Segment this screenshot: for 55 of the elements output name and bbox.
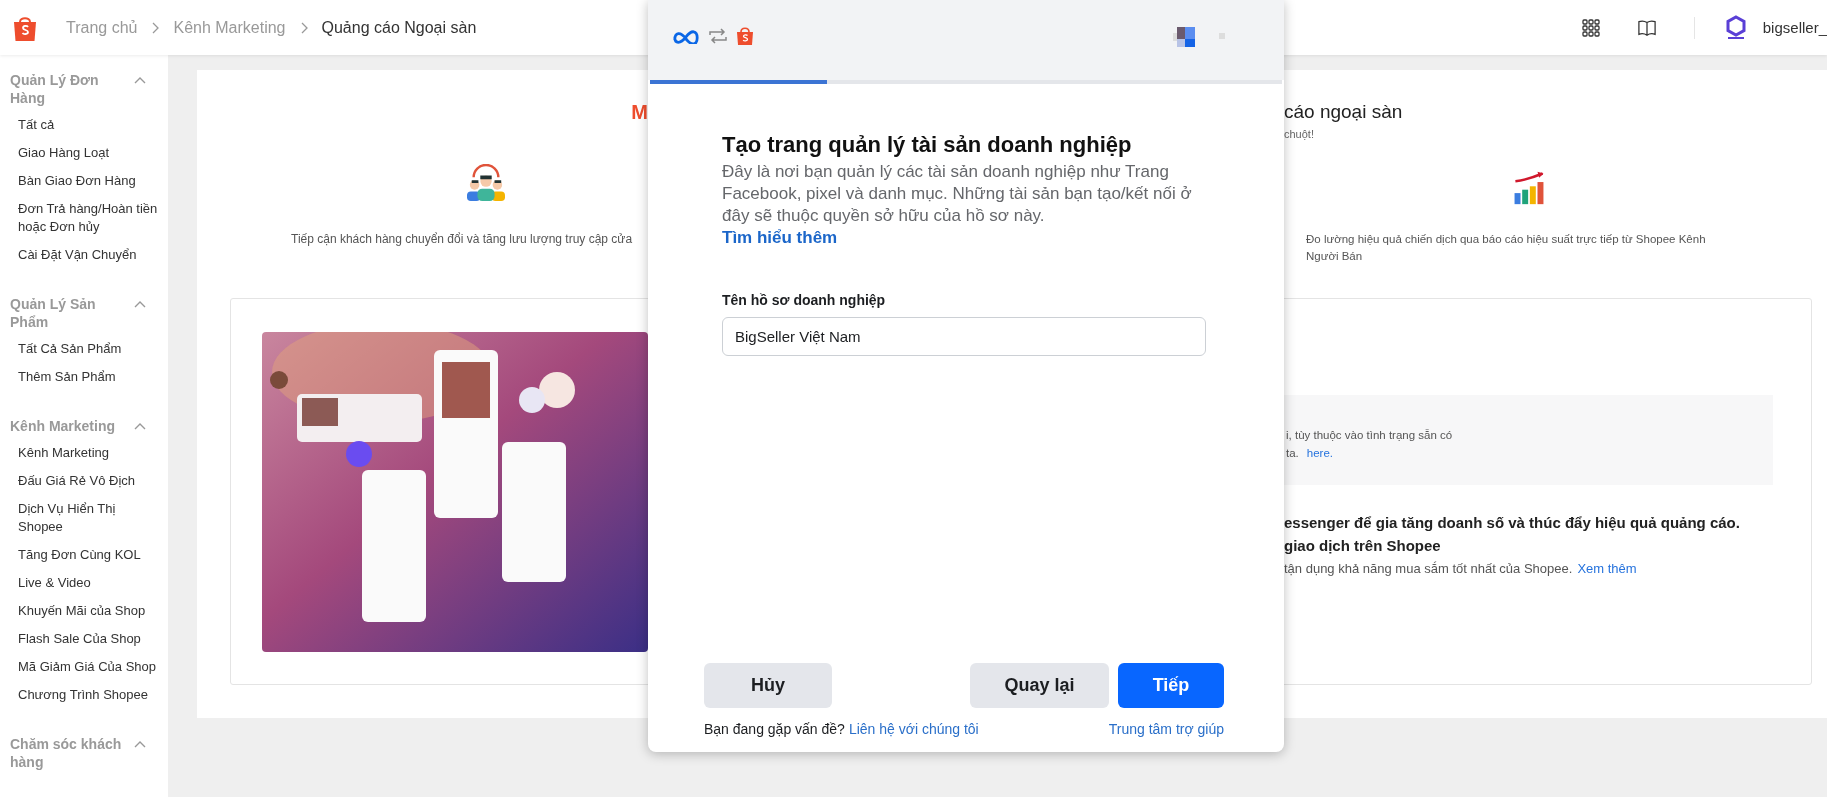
feature-text: Đo lường hiệu quả chiến dịch qua báo cáo hiệu suất trực tiếp từ Shopee Kênh Người Bán	[1306, 232, 1707, 264]
sidebar-item[interactable]: Khuyến Mãi của Shop	[0, 597, 168, 625]
shopee-bag-icon	[736, 26, 754, 46]
bigseller-logo-icon[interactable]	[1724, 14, 1747, 41]
username[interactable]: bigseller_	[1762, 19, 1827, 36]
chevron-icon[interactable]	[134, 740, 146, 748]
sidebar-item[interactable]: Mã Giảm Giá Của Shop	[0, 653, 168, 681]
sidebar-item[interactable]: Đấu Giá Rẻ Vô Địch	[0, 467, 168, 495]
learn-more-link[interactable]: Tìm hiểu thêm	[722, 227, 838, 249]
meta-logo-icon	[672, 28, 700, 44]
bar-chart-icon	[1512, 170, 1546, 206]
contact-link[interactable]: Liên hệ với chúng tôi	[848, 721, 979, 737]
page-subtitle: chuột!	[1284, 128, 1315, 140]
sidebar-item[interactable]: Tất cả	[0, 111, 168, 139]
next-button[interactable]: Tiếp	[1118, 663, 1224, 708]
cancel-button[interactable]: Hủy	[704, 663, 832, 708]
chevron-right-icon	[151, 21, 160, 34]
business-name-field[interactable]: BigSeller Việt Nam	[722, 317, 1206, 356]
page-title: M	[631, 100, 648, 124]
sidebar-item[interactable]: Kênh Marketing	[0, 439, 168, 467]
sidebar-item[interactable]: Đơn Trả hàng/Hoàn tiền hoặc Đơn hủy	[0, 195, 168, 241]
sidebar-item[interactable]: Bàn Giao Đơn Hàng	[0, 167, 168, 195]
people-icon	[465, 164, 507, 202]
see-more-link[interactable]: Xem thêm	[1577, 561, 1637, 576]
body-text: tận dụng khả năng mua sắm tốt nhất của Shopee.	[1284, 561, 1573, 576]
sidebar-item[interactable]: Dịch Vụ Hiển Thị Shopee	[0, 495, 168, 541]
dialog-description: Đây là nơi bạn quản lý các tài sản doanh nghiệp như Trang Facebook, pixel và danh mục. Những tài sản bạn tạo/kết nối ở đây sẽ thuộc quyền sở hữu của hồ sơ này.	[722, 161, 1192, 227]
sidebar-item[interactable]: Tất Cả Sản Phẩm	[0, 335, 168, 363]
back-button[interactable]: Quay lại	[970, 663, 1109, 708]
chevron-icon[interactable]	[134, 422, 146, 430]
page-title: cáo ngoại sàn	[1284, 100, 1404, 124]
help-prompt: Bạn đang gặp vấn đề?	[704, 721, 845, 737]
here-link[interactable]: here.	[1306, 447, 1333, 459]
feature-text: Tiếp cận khách hàng chuyển đổi và tăng lưu lượng truy cập cửa	[291, 232, 634, 246]
swap-icon	[708, 27, 728, 45]
headline-text: giao dịch trên Shopee	[1284, 536, 1442, 556]
sidebar-item[interactable]: Cài Đặt Vận Chuyển	[0, 241, 168, 269]
apps-grid-icon[interactable]	[1581, 18, 1600, 37]
info-text: i, tùy thuộc vào tình trạng sẵn có	[1286, 429, 1454, 441]
dialog-title: Tạo trang quản lý tài sản doanh nghiệp	[722, 131, 1133, 158]
sidebar-item[interactable]: Giao Hàng Loạt	[0, 139, 168, 167]
chevron-icon[interactable]	[134, 300, 146, 308]
sidebar-item[interactable]: Flash Sale Của Shop	[0, 625, 168, 653]
sidebar-item[interactable]: Tăng Đơn Cùng KOL	[0, 541, 168, 569]
field-label: Tên hồ sơ doanh nghiệp	[722, 292, 887, 308]
help-center-link[interactable]: Trung tâm trợ giúp	[1108, 721, 1224, 737]
chevron-icon[interactable]	[134, 76, 146, 84]
book-icon[interactable]	[1637, 18, 1656, 37]
headline-text: essenger để gia tăng doanh số và thúc đẩy hiệu quả quảng cáo.	[1284, 513, 1741, 533]
breadcrumb-item: Quảng cáo Ngoại sàn	[321, 18, 477, 37]
info-text: ta.	[1286, 447, 1299, 459]
sidebar-item[interactable]: Chương Trình Shopee	[0, 681, 168, 709]
chevron-right-icon	[299, 21, 308, 34]
sidebar-item[interactable]: Live & Video	[0, 569, 168, 597]
sidebar-item[interactable]: Thêm Sản Phẩm	[0, 363, 168, 391]
